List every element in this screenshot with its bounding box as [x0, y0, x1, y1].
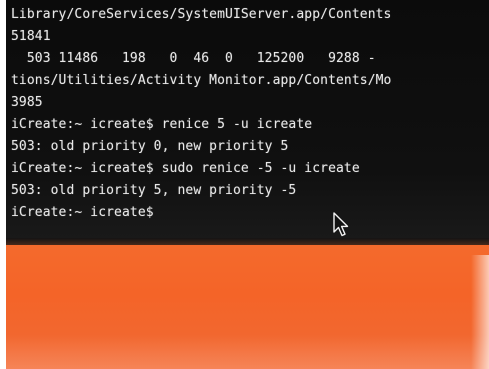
terminal-line-process-stats: 503 11486 198 0 46 0 125200 9288 -	[11, 51, 376, 66]
terminal-line-number: 51841	[11, 29, 51, 44]
terminal-line-command-sudo-renice: iCreate:~ icreate$ sudo renice -5 -u icr…	[11, 161, 360, 176]
screen-frame: Library/CoreServices/SystemUIServer.app/…	[6, 0, 489, 369]
mouse-pointer-icon	[333, 212, 349, 237]
terminal-line-path-activity-monitor: tions/Utilities/Activity Monitor.app/Con…	[11, 73, 392, 88]
terminal-line-output-priority: 503: old priority 5, new priority -5	[11, 183, 297, 198]
terminal-prompt[interactable]: iCreate:~ icreate$	[11, 202, 489, 224]
screen-edge-glare	[471, 255, 489, 369]
terminal-output: Library/CoreServices/SystemUIServer.app/…	[11, 4, 489, 224]
terminal-line-path-systemuiserver: Library/CoreServices/SystemUIServer.app/…	[11, 7, 392, 22]
desktop-background-lower	[6, 335, 489, 369]
terminal-window[interactable]: Library/CoreServices/SystemUIServer.app/…	[6, 0, 489, 245]
terminal-line-number: 3985	[11, 95, 43, 110]
terminal-line-command-renice: iCreate:~ icreate$ renice 5 -u icreate	[11, 117, 313, 132]
terminal-line-output-priority: 503: old priority 0, new priority 5	[11, 139, 289, 154]
